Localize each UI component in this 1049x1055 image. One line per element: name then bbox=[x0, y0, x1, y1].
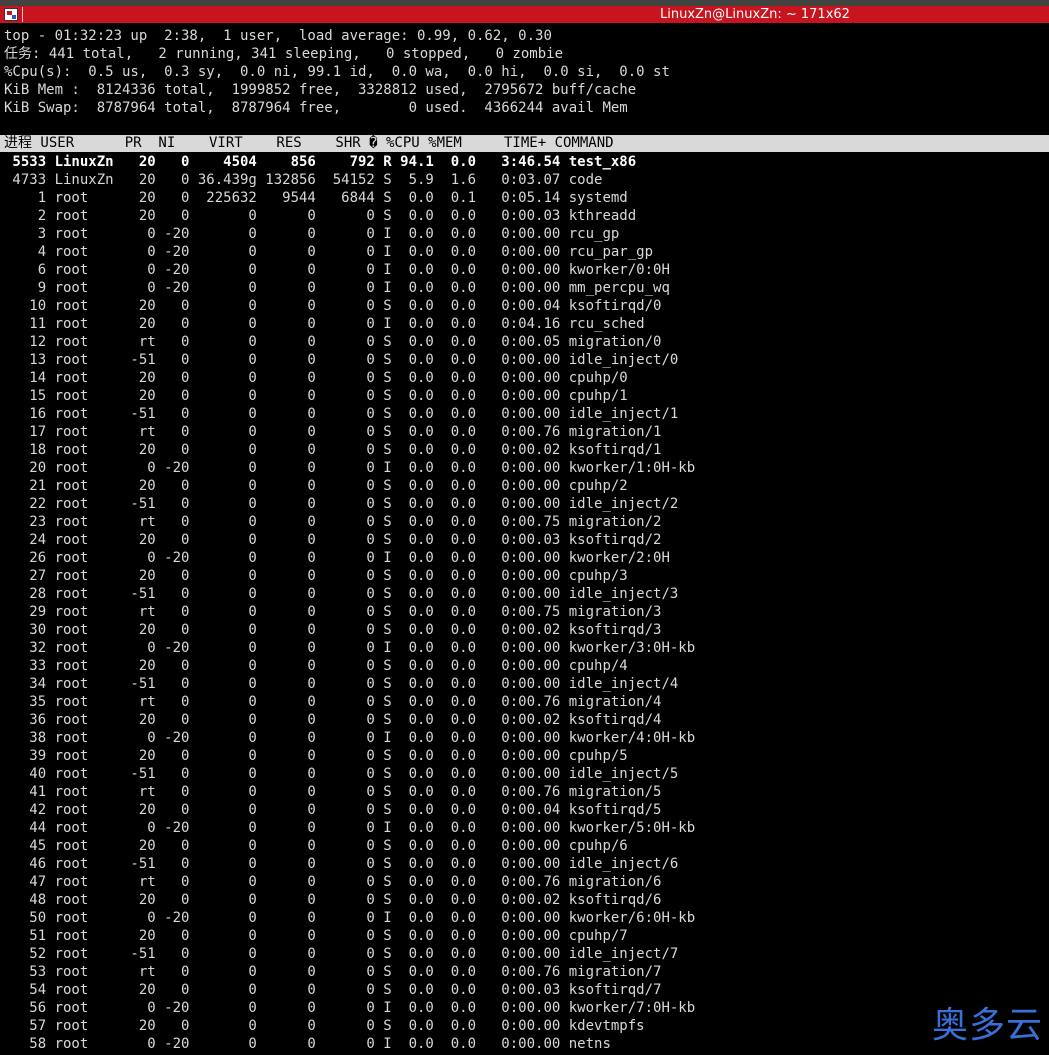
table-row: 3 root 0 -20 0 0 0 I 0.0 0.0 0:00.00 rcu… bbox=[4, 226, 620, 242]
table-row: 47 root rt 0 0 0 0 S 0.0 0.0 0:00.76 mig… bbox=[4, 874, 662, 890]
window-title: LinuxZn@LinuxZn: ~ 171x62 bbox=[660, 7, 850, 22]
table-row: 57 root 20 0 0 0 0 S 0.0 0.0 0:00.00 kde… bbox=[4, 1018, 645, 1034]
table-row: 23 root rt 0 0 0 0 S 0.0 0.0 0:00.75 mig… bbox=[4, 514, 662, 530]
table-row: 33 root 20 0 0 0 0 S 0.0 0.0 0:00.00 cpu… bbox=[4, 658, 628, 674]
table-row: 21 root 20 0 0 0 0 S 0.0 0.0 0:00.00 cpu… bbox=[4, 478, 628, 494]
table-row: 14 root 20 0 0 0 0 S 0.0 0.0 0:00.00 cpu… bbox=[4, 370, 628, 386]
uptime-summary-line: top - 01:32:23 up 2:38, 1 user, load ave… bbox=[4, 28, 552, 44]
watermark-logo: 奥多云 bbox=[931, 1005, 1043, 1046]
table-row: 34 root -51 0 0 0 0 S 0.0 0.0 0:00.00 id… bbox=[4, 676, 679, 692]
table-row: 35 root rt 0 0 0 0 S 0.0 0.0 0:00.76 mig… bbox=[4, 694, 662, 710]
table-row: 4733 LinuxZn 20 0 36.439g 132856 54152 S… bbox=[4, 172, 603, 188]
table-row: 32 root 0 -20 0 0 0 I 0.0 0.0 0:00.00 kw… bbox=[4, 640, 696, 656]
table-row: 5533 LinuxZn 20 0 4504 856 792 R 94.1 0.… bbox=[4, 154, 637, 170]
table-row: 11 root 20 0 0 0 0 I 0.0 0.0 0:04.16 rcu… bbox=[4, 316, 645, 332]
table-row: 48 root 20 0 0 0 0 S 0.0 0.0 0:00.02 kso… bbox=[4, 892, 662, 908]
table-row: 9 root 0 -20 0 0 0 I 0.0 0.0 0:00.00 mm_… bbox=[4, 280, 670, 296]
table-row: 54 root 20 0 0 0 0 S 0.0 0.0 0:00.03 kso… bbox=[4, 982, 662, 998]
table-row: 51 root 20 0 0 0 0 S 0.0 0.0 0:00.00 cpu… bbox=[4, 928, 628, 944]
table-row: 24 root 20 0 0 0 0 S 0.0 0.0 0:00.03 kso… bbox=[4, 532, 662, 548]
table-row: 10 root 20 0 0 0 0 S 0.0 0.0 0:00.04 kso… bbox=[4, 298, 662, 314]
table-row: 52 root -51 0 0 0 0 S 0.0 0.0 0:00.00 id… bbox=[4, 946, 679, 962]
table-row: 26 root 0 -20 0 0 0 I 0.0 0.0 0:00.00 kw… bbox=[4, 550, 670, 566]
table-row: 27 root 20 0 0 0 0 S 0.0 0.0 0:00.00 cpu… bbox=[4, 568, 628, 584]
terminal-output[interactable]: top - 01:32:23 up 2:38, 1 user, load ave… bbox=[0, 27, 1049, 1055]
terminal-icon[interactable] bbox=[4, 8, 18, 21]
table-row: 20 root 0 -20 0 0 0 I 0.0 0.0 0:00.00 kw… bbox=[4, 460, 696, 476]
table-row: 56 root 0 -20 0 0 0 I 0.0 0.0 0:00.00 kw… bbox=[4, 1000, 696, 1016]
table-row: 58 root 0 -20 0 0 0 I 0.0 0.0 0:00.00 ne… bbox=[4, 1036, 611, 1052]
swap-summary-line: KiB Swap: 8787964 total, 8787964 free, 0… bbox=[4, 100, 628, 116]
table-row: 29 root rt 0 0 0 0 S 0.0 0.0 0:00.75 mig… bbox=[4, 604, 662, 620]
titlebar-divider bbox=[22, 7, 23, 22]
table-row: 53 root rt 0 0 0 0 S 0.0 0.0 0:00.76 mig… bbox=[4, 964, 662, 980]
process-table-body: 5533 LinuxZn 20 0 4504 856 792 R 94.1 0.… bbox=[0, 153, 1049, 1053]
table-row: 18 root 20 0 0 0 0 S 0.0 0.0 0:00.02 kso… bbox=[4, 442, 662, 458]
table-row: 44 root 0 -20 0 0 0 I 0.0 0.0 0:00.00 kw… bbox=[4, 820, 696, 836]
table-row: 30 root 20 0 0 0 0 S 0.0 0.0 0:00.02 kso… bbox=[4, 622, 662, 638]
window-titlebar[interactable]: LinuxZn@LinuxZn: ~ 171x62 bbox=[0, 0, 1049, 23]
table-row: 46 root -51 0 0 0 0 S 0.0 0.0 0:00.00 id… bbox=[4, 856, 679, 872]
table-row: 4 root 0 -20 0 0 0 I 0.0 0.0 0:00.00 rcu… bbox=[4, 244, 654, 260]
table-row: 50 root 0 -20 0 0 0 I 0.0 0.0 0:00.00 kw… bbox=[4, 910, 696, 926]
table-row: 41 root rt 0 0 0 0 S 0.0 0.0 0:00.76 mig… bbox=[4, 784, 662, 800]
table-row: 36 root 20 0 0 0 0 S 0.0 0.0 0:00.02 kso… bbox=[4, 712, 662, 728]
table-row: 22 root -51 0 0 0 0 S 0.0 0.0 0:00.00 id… bbox=[4, 496, 679, 512]
mem-summary-line: KiB Mem : 8124336 total, 1999852 free, 3… bbox=[4, 82, 637, 98]
table-row: 42 root 20 0 0 0 0 S 0.0 0.0 0:00.04 kso… bbox=[4, 802, 662, 818]
table-row: 13 root -51 0 0 0 0 S 0.0 0.0 0:00.00 id… bbox=[4, 352, 679, 368]
table-row: 6 root 0 -20 0 0 0 I 0.0 0.0 0:00.00 kwo… bbox=[4, 262, 670, 278]
process-table-header: 进程 USER PR NI VIRT RES SHR � %CPU %MEM T… bbox=[0, 135, 1049, 152]
table-row: 1 root 20 0 225632 9544 6844 S 0.0 0.1 0… bbox=[4, 190, 628, 206]
table-row: 12 root rt 0 0 0 0 S 0.0 0.0 0:00.05 mig… bbox=[4, 334, 662, 350]
table-row: 17 root rt 0 0 0 0 S 0.0 0.0 0:00.76 mig… bbox=[4, 424, 662, 440]
table-row: 40 root -51 0 0 0 0 S 0.0 0.0 0:00.00 id… bbox=[4, 766, 679, 782]
tasks-summary-line: 任务: 441 total, 2 running, 341 sleeping, … bbox=[4, 46, 564, 62]
table-row: 38 root 0 -20 0 0 0 I 0.0 0.0 0:00.00 kw… bbox=[4, 730, 696, 746]
table-row: 2 root 20 0 0 0 0 S 0.0 0.0 0:00.03 kthr… bbox=[4, 208, 637, 224]
table-row: 16 root -51 0 0 0 0 S 0.0 0.0 0:00.00 id… bbox=[4, 406, 679, 422]
table-row: 39 root 20 0 0 0 0 S 0.0 0.0 0:00.00 cpu… bbox=[4, 748, 628, 764]
table-row: 45 root 20 0 0 0 0 S 0.0 0.0 0:00.00 cpu… bbox=[4, 838, 628, 854]
table-row: 28 root -51 0 0 0 0 S 0.0 0.0 0:00.00 id… bbox=[4, 586, 679, 602]
table-row: 15 root 20 0 0 0 0 S 0.0 0.0 0:00.00 cpu… bbox=[4, 388, 628, 404]
cpu-summary-line: %Cpu(s): 0.5 us, 0.3 sy, 0.0 ni, 99.1 id… bbox=[4, 64, 670, 80]
